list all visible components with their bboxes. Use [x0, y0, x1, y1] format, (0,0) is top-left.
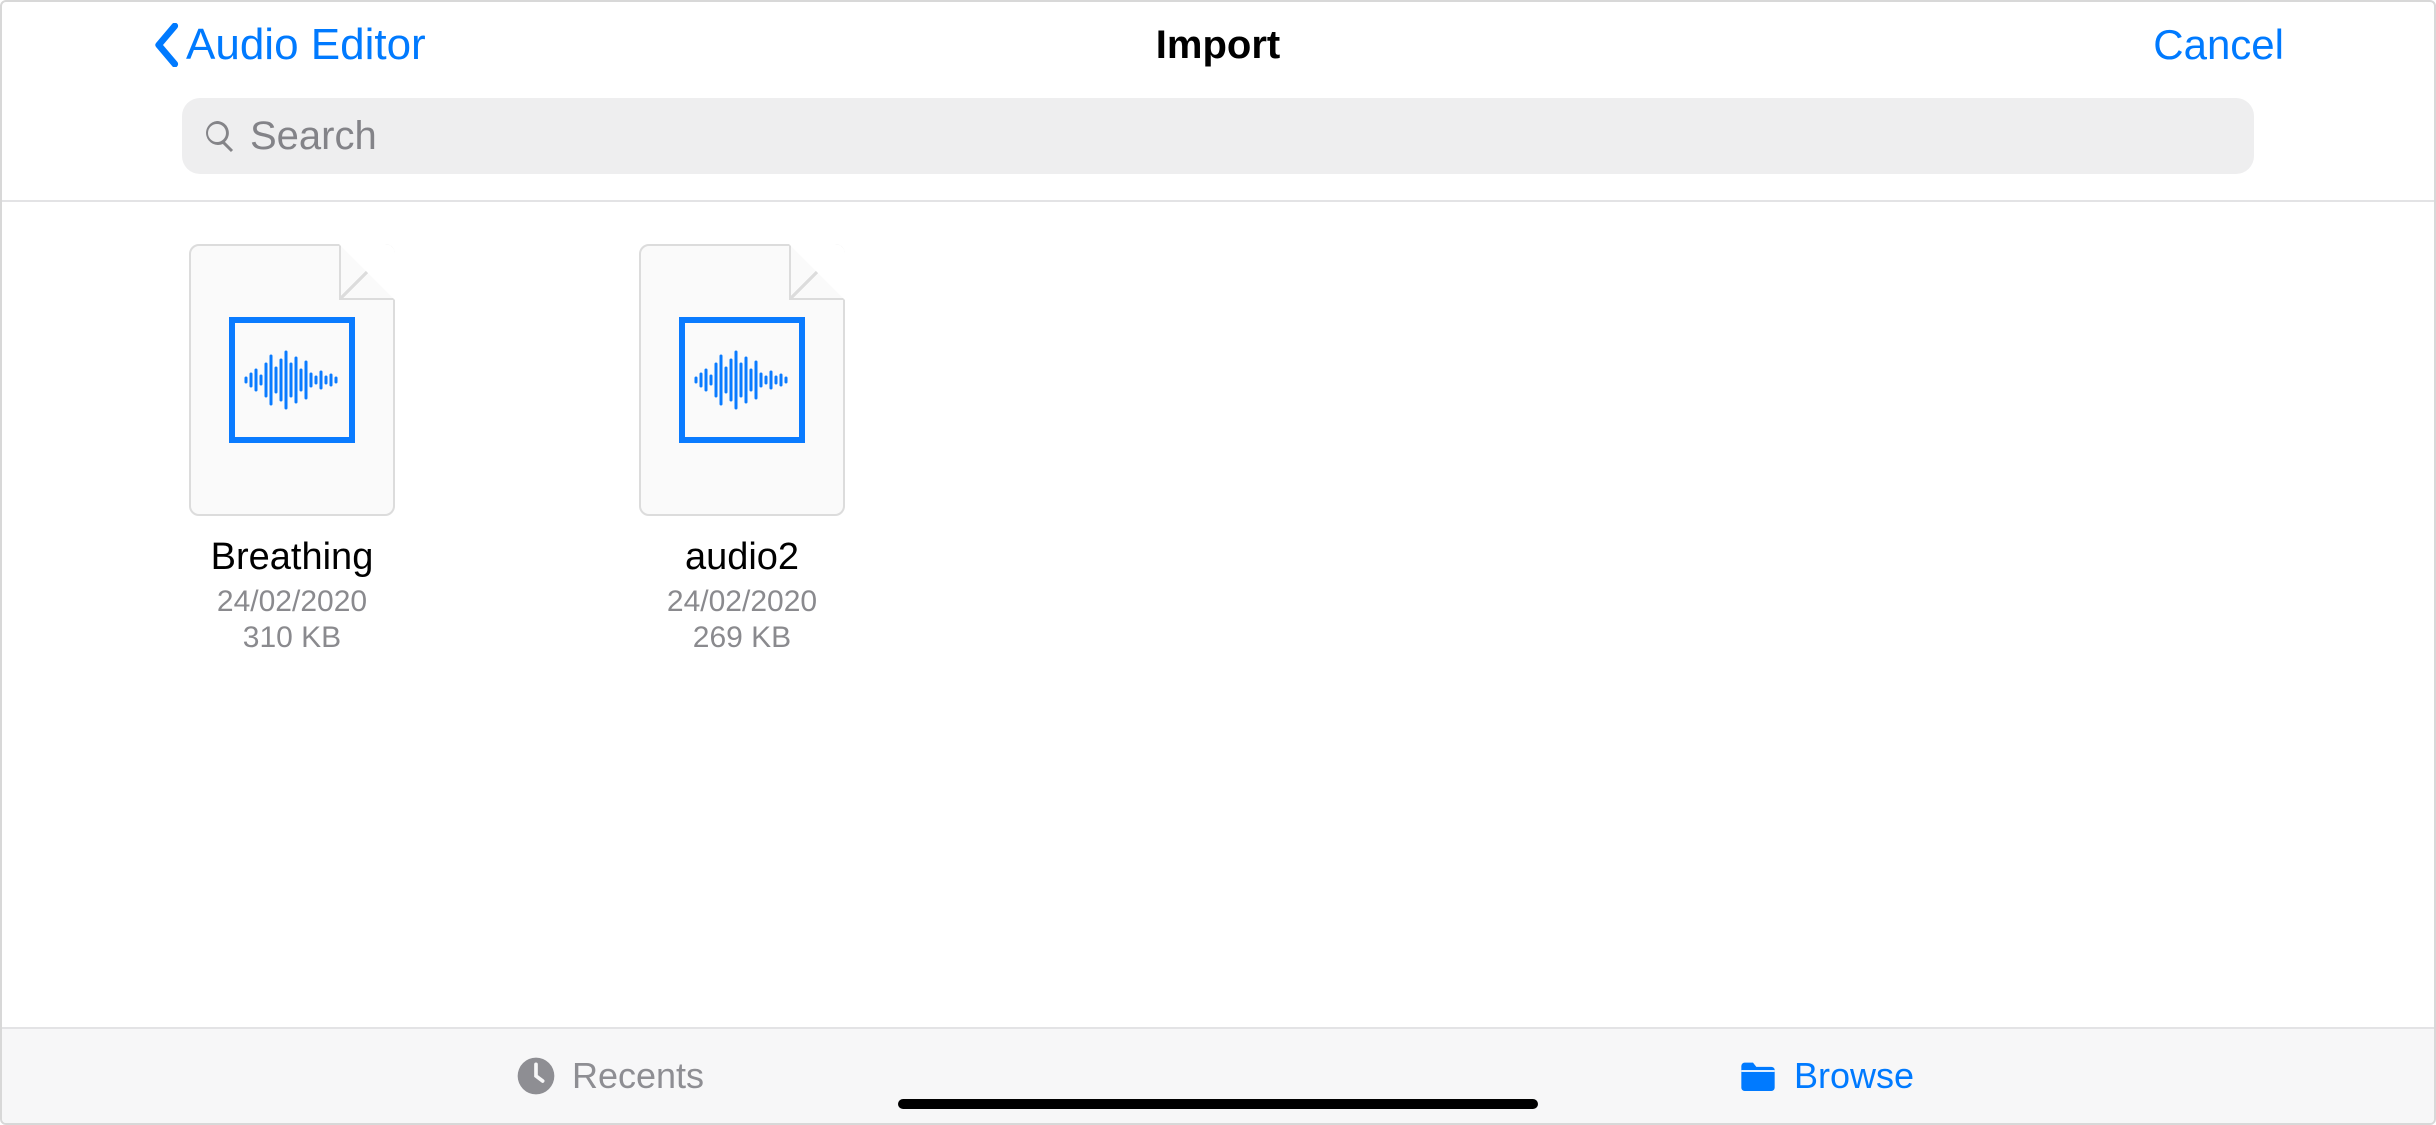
page-fold-icon	[339, 244, 395, 300]
tab-recents-label: Recents	[572, 1055, 704, 1097]
search-bar[interactable]	[182, 98, 2254, 174]
file-name: audio2	[685, 536, 799, 579]
file-item[interactable]: Breathing 24/02/2020 310 KB	[182, 244, 402, 655]
cancel-button[interactable]: Cancel	[2153, 21, 2284, 69]
back-button[interactable]: Audio Editor	[152, 20, 426, 70]
page-title: Import	[1156, 23, 1280, 68]
page-fold-icon	[789, 244, 845, 300]
home-indicator[interactable]	[898, 1099, 1538, 1109]
navigation-bar: Audio Editor Import Cancel	[2, 2, 2434, 88]
file-grid: Breathing 24/02/2020 310 KB	[2, 202, 2434, 1027]
import-file-picker: Audio Editor Import Cancel	[0, 0, 2436, 1125]
search-input[interactable]	[250, 114, 2234, 159]
bottom-tab-bar: Recents Browse	[2, 1027, 2434, 1123]
file-date: 24/02/2020	[667, 585, 817, 619]
file-date: 24/02/2020	[217, 585, 367, 619]
search-bar-container	[2, 88, 2434, 200]
file-size: 269 KB	[693, 621, 791, 655]
file-size: 310 KB	[243, 621, 341, 655]
clock-icon	[516, 1056, 556, 1096]
file-thumbnail	[639, 244, 845, 516]
audio-waveform-icon	[679, 317, 805, 443]
search-icon	[202, 118, 238, 154]
file-item[interactable]: audio2 24/02/2020 269 KB	[632, 244, 852, 655]
chevron-left-icon	[152, 23, 180, 67]
file-thumbnail	[189, 244, 395, 516]
folder-icon	[1738, 1056, 1778, 1096]
file-name: Breathing	[211, 536, 374, 579]
tab-browse-label: Browse	[1794, 1055, 1914, 1097]
back-label: Audio Editor	[186, 20, 426, 70]
audio-waveform-icon	[229, 317, 355, 443]
